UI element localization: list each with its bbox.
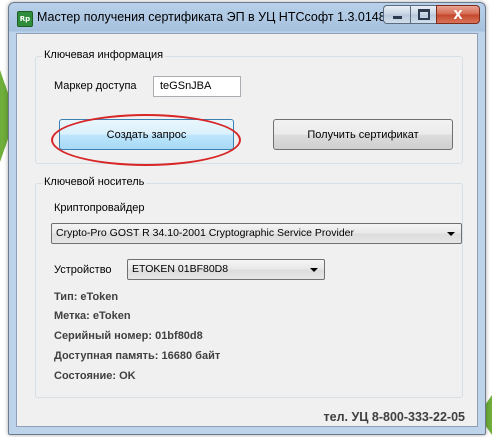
token-label-info: Метка: eToken <box>54 310 131 322</box>
title-bar[interactable]: Rp Мастер получения сертификата ЭП в УЦ … <box>9 3 485 33</box>
maximize-icon <box>417 9 430 20</box>
device-label: Устройство <box>54 264 112 276</box>
window-title: Мастер получения сертификата ЭП в УЦ НТС… <box>37 10 386 24</box>
chevron-down-icon <box>310 268 318 272</box>
key-info-group-label: Ключевая информация <box>42 49 166 61</box>
provider-select[interactable]: Crypto-Pro GOST R 34.10-2001 Cryptograph… <box>51 223 462 244</box>
dialog-client-area: Ключевая информация Маркер доступа teGSn… <box>16 33 478 427</box>
token-type: Тип: eToken <box>54 291 119 303</box>
screenshot: Rp Мастер получения сертификата ЭП в УЦ … <box>0 0 492 437</box>
token-label: Маркер доступа <box>54 80 137 92</box>
wizard-window: Rp Мастер получения сертификата ЭП в УЦ … <box>8 2 486 435</box>
serial-number: Серийный номер: 01bf80d8 <box>54 330 203 342</box>
support-phone: тел. УЦ 8-800-333-22-05 <box>323 410 465 424</box>
close-button[interactable]: X <box>436 5 480 24</box>
get-certificate-button[interactable]: Получить сертификат <box>273 119 453 150</box>
key-media-group-label: Ключевой носитель <box>42 176 147 188</box>
provider-label: Криптопровайдер <box>54 202 145 214</box>
device-select-value: ETOKEN 01BF80D8 <box>132 263 229 275</box>
maximize-button[interactable] <box>410 5 436 24</box>
minimize-button[interactable] <box>383 5 410 24</box>
provider-select-value: Crypto-Pro GOST R 34.10-2001 Cryptograph… <box>56 227 355 239</box>
token-input[interactable]: teGSnJBA <box>153 76 241 97</box>
available-memory: Доступная память: 16680 байт <box>54 350 221 362</box>
chevron-down-icon <box>447 232 455 236</box>
token-status: Состояние: OK <box>54 370 136 382</box>
minimize-icon <box>392 16 402 19</box>
window-controls: X <box>383 5 480 24</box>
close-icon: X <box>453 7 463 22</box>
device-select[interactable]: ETOKEN 01BF80D8 <box>127 259 325 280</box>
app-icon: Rp <box>17 11 33 27</box>
create-request-button[interactable]: Создать запрос <box>59 119 234 150</box>
